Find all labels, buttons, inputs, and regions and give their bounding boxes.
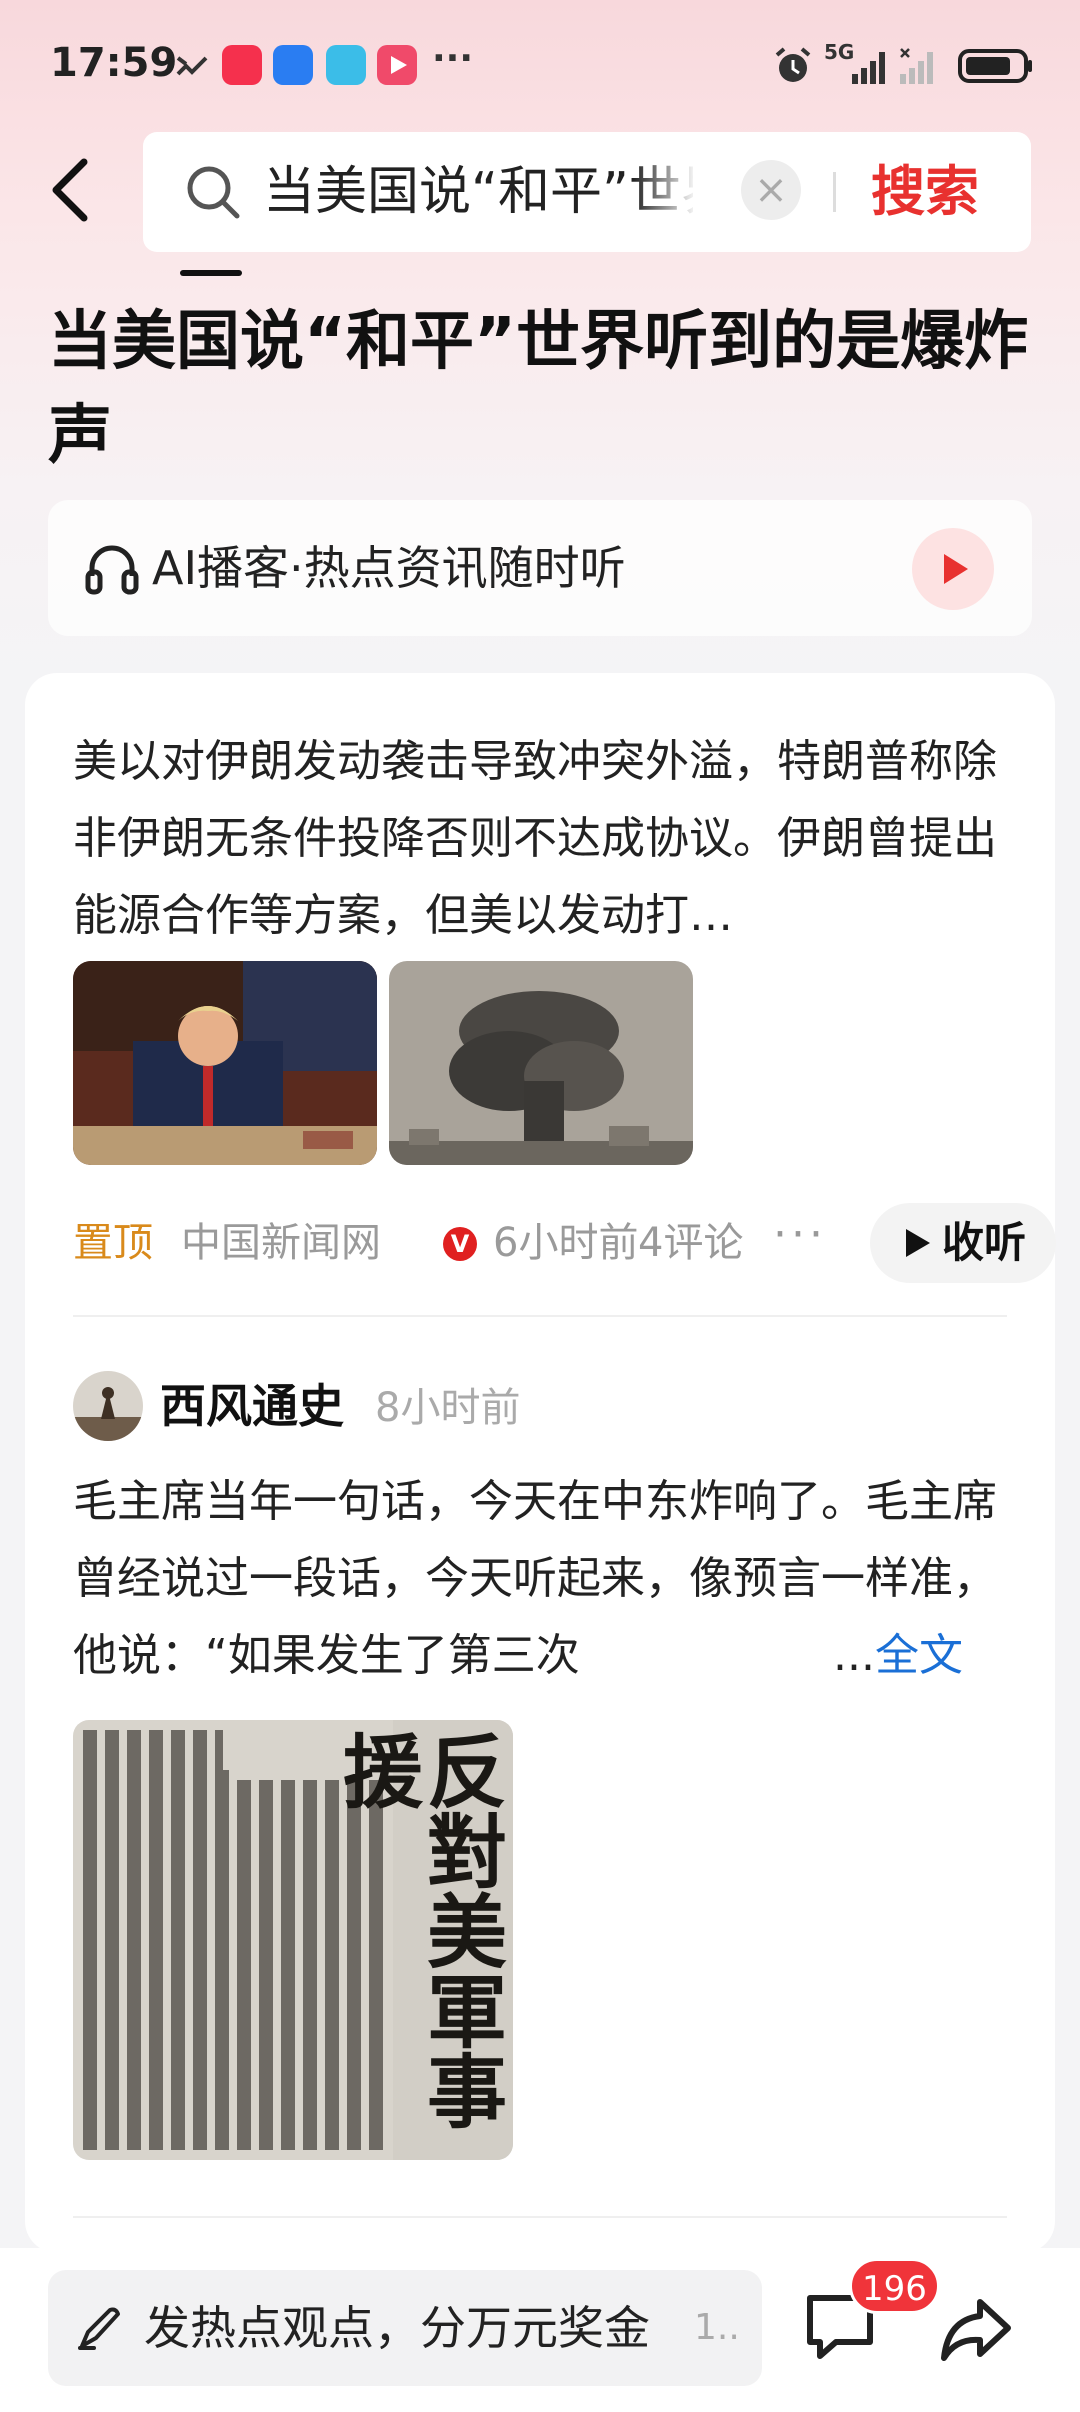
news-comment-count[interactable]: 4评论 [638,1203,743,1283]
clear-search-button[interactable]: × [741,160,801,220]
signal-icon-secondary [900,48,933,84]
alarm-icon [775,47,811,82]
app-icon-car [273,45,313,85]
battery-icon [958,49,1032,83]
avatar[interactable] [73,1371,143,1441]
share-icon[interactable] [936,2290,1016,2370]
listen-button[interactable]: 收听 [870,1203,1056,1283]
news-source[interactable]: 中国新闻网 [181,1203,381,1283]
news-thumbnail-speech[interactable] [73,961,377,1165]
status-more: ··· [432,38,474,79]
app-icon-video [377,45,417,85]
news-time: 6小时前 [493,1220,639,1266]
podcast-label: AI播客·热点资讯随时听 [152,541,626,595]
pen-icon [78,2307,120,2350]
podcast-play-button[interactable] [912,528,994,610]
bottom-bar: 发热点观点，分万元奖金 1.. 196 [0,2248,1080,2412]
search-input[interactable]: 当美国说“和平”世界听到的是爆炸声 [263,160,693,224]
news-summary[interactable]: 美以对伊朗发动袭击导致冲突外溢，特朗普称除非伊朗无条件投降否则不达成协议。伊朗曾… [73,723,1013,954]
search-button[interactable]: 搜索 [871,160,979,224]
page-title: 当美国说“和平”世界听到的是爆炸声 [48,305,1029,473]
ellipsis: ... [833,1630,875,1681]
ai-podcast-bar[interactable]: AI播客·热点资讯随时听 [48,500,1032,636]
back-arrow-icon[interactable] [40,150,100,230]
app-icon-book [326,45,366,85]
post-time: 8小时前 [375,1385,521,1431]
play-icon [944,554,968,584]
status-time: 17:59 [50,40,178,86]
listen-label: 收听 [942,1218,1027,1267]
results-card: 美以对伊朗发动袭击导致冲突外溢，特朗普称除非伊朗无条件投降否则不达成协议。伊朗曾… [25,673,1056,2253]
fulltext-row: ...全文 [833,1617,963,1694]
status-bar: 17:59 ··· 5G [0,0,1080,135]
newspaper-image[interactable]: 反對美軍事援 [73,1720,513,2160]
search-bar[interactable]: 当美国说“和平”世界听到的是爆炸声 × 搜索 [143,132,1031,252]
news-thumbnail-explosion[interactable] [389,961,693,1165]
headphones-icon [85,545,139,595]
more-options-icon[interactable]: ··· [773,1195,827,1275]
search-icon [187,166,240,219]
author-name[interactable]: 西风通史 [160,1373,344,1439]
news-meta-row: 置顶 中国新闻网 V 6小时前 4评论 ··· 收听 [73,1203,1056,1283]
comment-count-badge: 196 [849,2258,940,2314]
tab-indicator [180,270,242,276]
missed-call-icon [176,56,208,76]
fulltext-link[interactable]: 全文 [875,1630,963,1681]
verified-icon: V [443,1227,477,1261]
comment-placeholder-suffix: 1.. [694,2307,740,2348]
play-icon [906,1229,930,1257]
pinned-label: 置顶 [73,1220,153,1266]
comment-placeholder: 发热点观点，分万元奖金 [144,2301,650,2355]
newspaper-headline: 反對美軍事援 [330,1730,508,2130]
comment-input[interactable]: 发热点观点，分万元奖金 1.. [48,2270,762,2386]
signal-icon [852,52,885,84]
app-icon-red [222,45,262,85]
